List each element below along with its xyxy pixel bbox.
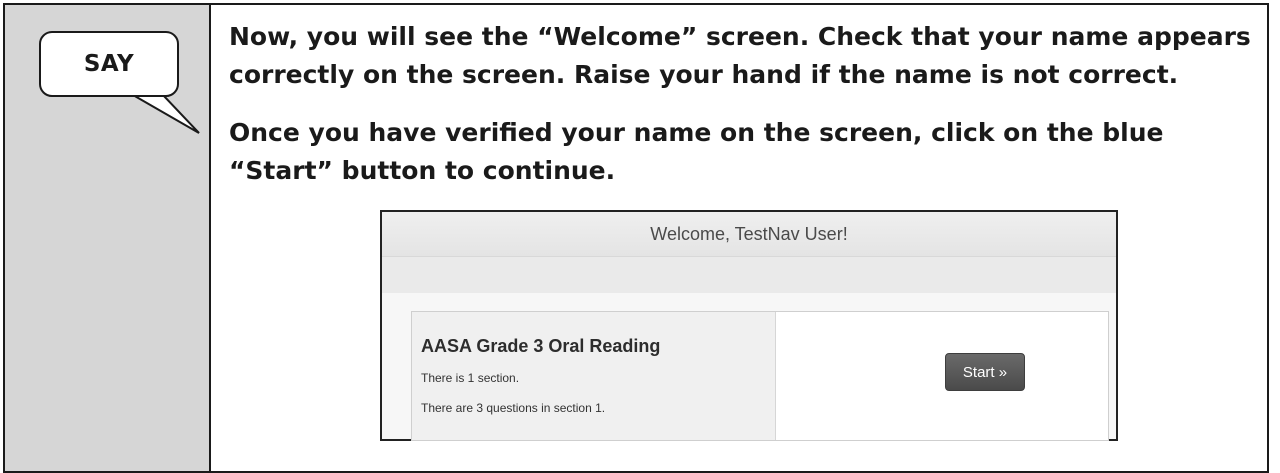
- section-count-text: There is 1 section.: [421, 371, 520, 385]
- test-info-panel: AASA Grade 3 Oral Reading There is 1 sec…: [412, 312, 776, 440]
- instruction-paragraph-1: Now, you will see the “Welcome” screen. …: [229, 22, 1251, 89]
- question-count-text: There are 3 questions in section 1.: [421, 401, 606, 415]
- welcome-body: AASA Grade 3 Oral Reading There is 1 sec…: [382, 293, 1116, 441]
- start-panel: Start »: [776, 312, 1108, 440]
- say-speech-bubble: SAY: [39, 31, 179, 97]
- say-label: SAY: [83, 51, 135, 77]
- welcome-header: Welcome, TestNav User!: [382, 212, 1116, 257]
- start-button[interactable]: Start »: [945, 353, 1025, 391]
- test-card: AASA Grade 3 Oral Reading There is 1 sec…: [411, 311, 1109, 441]
- callout-column: SAY: [5, 5, 211, 471]
- welcome-title: Welcome, TestNav User!: [650, 223, 848, 244]
- header-band: [382, 257, 1116, 293]
- instruction-paragraph-2: Once you have verified your name on the …: [229, 118, 1164, 185]
- instruction-column: Now, you will see the “Welcome” screen. …: [211, 5, 1267, 471]
- welcome-screen-screenshot: Welcome, TestNav User! AASA Grade 3 Oral…: [380, 210, 1118, 441]
- test-name: AASA Grade 3 Oral Reading: [421, 336, 661, 356]
- say-instruction-table: SAY Now, you will see the “Welcome” scre…: [3, 3, 1269, 473]
